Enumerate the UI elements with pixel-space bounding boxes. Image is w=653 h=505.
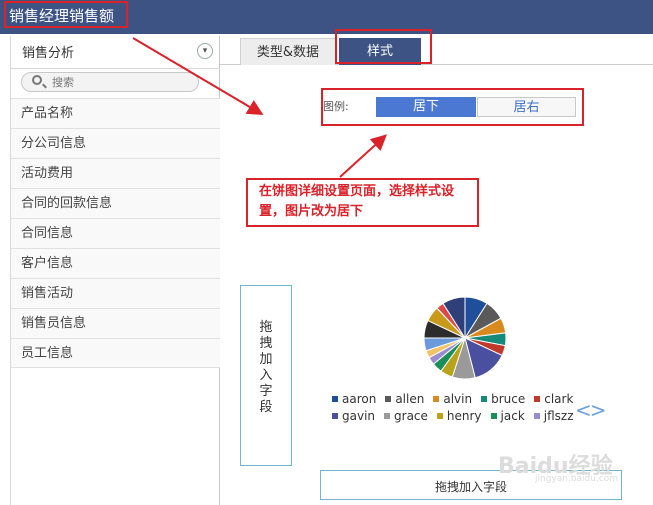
annotation-arrows [132, 37, 387, 178]
arrow-note-to-legend [339, 134, 387, 178]
arrow-sidebar-to-tabs [132, 37, 264, 116]
